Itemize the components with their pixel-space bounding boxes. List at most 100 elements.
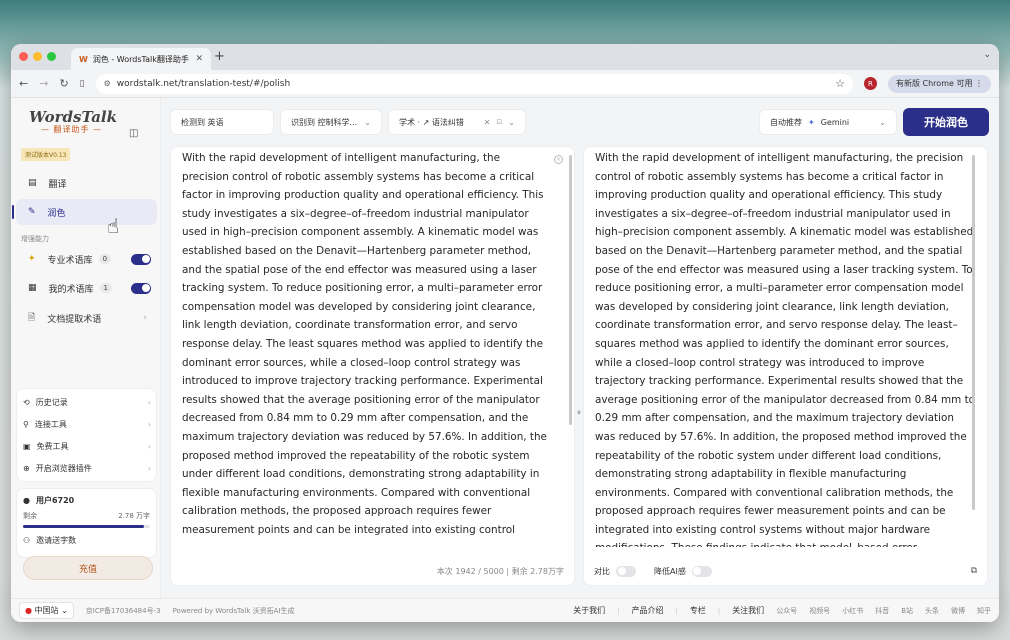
footer-link-products[interactable]: 产品介绍 bbox=[631, 605, 663, 616]
compare-toggle[interactable] bbox=[616, 565, 636, 577]
mouse-pointer-icon: ☝ bbox=[107, 214, 120, 238]
menu-free-tools[interactable]: ▣ 免费工具 › bbox=[17, 435, 156, 457]
remain-progress bbox=[23, 525, 150, 528]
model-select[interactable]: 自动推荐 ✦ Gemini ⌄ bbox=[759, 109, 897, 135]
bookmark-star-icon[interactable]: ☆ bbox=[835, 77, 845, 90]
profile-avatar[interactable]: R bbox=[863, 77, 877, 90]
detect-language-select[interactable]: 检测到 英语 bbox=[170, 109, 274, 135]
forward-icon[interactable]: → bbox=[39, 77, 48, 90]
chevron-right-icon: › bbox=[147, 441, 151, 451]
back-icon[interactable]: ← bbox=[19, 77, 28, 90]
pro-terms-toggle[interactable] bbox=[131, 253, 151, 265]
sidebar-item-extract-terms[interactable]: 🗎 文档提取术语 › bbox=[16, 305, 157, 331]
chevron-down-icon: ⌄ bbox=[364, 117, 371, 127]
logo[interactable]: WordsTalk — 翻译助手 — bbox=[29, 108, 117, 135]
reload-icon[interactable]: ↻ bbox=[59, 77, 68, 90]
source-text[interactable]: With the rapid development of intelligen… bbox=[182, 149, 550, 547]
toolbox-icon: ▣ bbox=[23, 441, 31, 451]
menu-browser-plugin[interactable]: ⊕ 开启浏览器插件 › bbox=[17, 457, 156, 479]
result-scrollbar[interactable] bbox=[972, 155, 975, 510]
my-terms-toggle[interactable] bbox=[131, 282, 151, 294]
plugin-icon: ⊕ bbox=[23, 463, 30, 473]
update-chrome-button[interactable]: 有新版 Chrome 可用 ⋮ bbox=[887, 74, 991, 93]
site-footer: ● 中国站 ⌄ 京ICP备17036484号-3 Powered by Word… bbox=[11, 598, 999, 622]
sidebar-item-my-terms[interactable]: ▦ 我的术语库 1 bbox=[16, 275, 157, 301]
tab-close-icon[interactable]: ✕ bbox=[195, 54, 203, 64]
result-text[interactable]: With the rapid development of intelligen… bbox=[595, 149, 977, 547]
site-info-icon[interactable]: ⚙ bbox=[104, 79, 111, 88]
app-shell: WordsTalk — 翻译助手 — ◫ 测试版本V0.13 ▤ 翻译 ✎ 润色… bbox=[11, 98, 999, 622]
collapse-sidebar-icon[interactable]: ◫ bbox=[129, 128, 138, 139]
invite-icon: ⚇ bbox=[23, 535, 31, 545]
clear-text-icon[interactable]: × bbox=[554, 155, 563, 164]
start-polish-button[interactable]: 开始润色 bbox=[903, 108, 989, 136]
remain-progress-fill bbox=[23, 525, 144, 528]
footer-link-about[interactable]: 关于我们 bbox=[573, 605, 605, 616]
chevron-right-icon: › bbox=[147, 463, 151, 473]
sidebar-item-label: 翻译 bbox=[48, 179, 67, 190]
social-link[interactable]: B站 bbox=[901, 606, 913, 616]
region-label: 中国站 bbox=[34, 606, 59, 615]
tools-card: ⟲ 历史记录 › ⚲ 连接工具 › ▣ 免费工具 › ⊕ 开启浏览器插件 › bbox=[16, 388, 157, 482]
social-link[interactable]: 抖音 bbox=[875, 606, 889, 616]
region-select[interactable]: ● 中国站 ⌄ bbox=[19, 602, 74, 619]
user-card: ● 用户6720 剩余 2.78 万字 ⚇ 邀请送字数 bbox=[16, 488, 157, 558]
source-footer: 本次 1942 / 5000 | 剩余 2.78万字 bbox=[171, 557, 574, 585]
options-toolbar: 检测到 英语 识别到 控制科学... ⌄ 学术 · ↗ 语法纠错 ✕ ⊡ ⌄ 自动推荐 ✦… bbox=[170, 108, 989, 136]
minimize-window-button[interactable] bbox=[33, 52, 42, 61]
book-icon: ▦ bbox=[28, 283, 37, 293]
social-link[interactable]: 头条 bbox=[925, 606, 939, 616]
copy-icon[interactable]: ⧉ bbox=[971, 566, 977, 576]
result-panel: With the rapid development of intelligen… bbox=[583, 146, 988, 586]
sidebar-item-label: 我的术语库 bbox=[48, 284, 94, 295]
sidebar-toggle-icon[interactable]: ▯ bbox=[80, 79, 85, 89]
chevron-down-icon: ⌄ bbox=[508, 117, 515, 127]
recharge-button[interactable]: 充值 bbox=[23, 556, 153, 580]
tab-title: 润色 - WordsTalk翻译助手 bbox=[92, 54, 189, 64]
clear-icon[interactable]: ✕ bbox=[484, 118, 491, 127]
menu-history[interactable]: ⟲ 历史记录 › bbox=[17, 391, 156, 413]
new-tab-icon[interactable]: + bbox=[214, 49, 225, 64]
window-controls bbox=[19, 52, 56, 61]
pen-icon: ✎ bbox=[28, 207, 36, 217]
menu-label: 历史记录 bbox=[35, 397, 68, 407]
icp-link[interactable]: 京ICP备17036484号-3 bbox=[86, 606, 161, 616]
invite-row[interactable]: ⚇ 邀请送字数 bbox=[17, 532, 156, 548]
browser-tab[interactable]: W 润色 - WordsTalk翻译助手 ✕ bbox=[71, 48, 211, 70]
main-content: 检测到 英语 识别到 控制科学... ⌄ 学术 · ↗ 语法纠错 ✕ ⊡ ⌄ 自动推荐 ✦… bbox=[161, 98, 999, 598]
user-row[interactable]: ● 用户6720 bbox=[17, 489, 156, 511]
powered-by-text: Powered by WordsTalk 沃资拓AI生成 bbox=[172, 606, 295, 615]
user-name: 用户6720 bbox=[35, 495, 75, 505]
chevron-right-icon: › bbox=[147, 419, 151, 429]
sidebar-item-polish[interactable]: ✎ 润色 bbox=[12, 199, 157, 225]
china-flag-icon: ● bbox=[25, 606, 32, 615]
tab-search-icon[interactable]: ⌄ bbox=[983, 50, 991, 60]
social-link[interactable]: 知乎 bbox=[977, 606, 991, 616]
footer-link-follow[interactable]: 关注我们 bbox=[732, 605, 764, 616]
social-link[interactable]: 公众号 bbox=[776, 606, 797, 616]
source-scrollbar[interactable] bbox=[569, 155, 572, 425]
menu-connect-tools[interactable]: ⚲ 连接工具 › bbox=[17, 413, 156, 435]
version-badge: 测试版本V0.13 bbox=[21, 148, 71, 161]
term-count-badge: 1 bbox=[99, 283, 112, 293]
sidebar-item-label: 文档提取术语 bbox=[47, 314, 102, 325]
address-bar-row: ← → ↻ ▯ ⚙ wordstalk.net/translation-test… bbox=[11, 70, 999, 98]
panel-resize-handle[interactable]: ⏸ bbox=[575, 408, 583, 418]
invite-label: 邀请送字数 bbox=[36, 535, 77, 545]
sidebar: WordsTalk — 翻译助手 — ◫ 测试版本V0.13 ▤ 翻译 ✎ 润色… bbox=[11, 98, 161, 598]
social-link[interactable]: 小红书 bbox=[842, 606, 863, 616]
detect-domain-select[interactable]: 识别到 控制科学... ⌄ bbox=[280, 109, 382, 135]
zoom-window-button[interactable] bbox=[47, 52, 56, 61]
social-link[interactable]: 微博 bbox=[951, 606, 965, 616]
close-window-button[interactable] bbox=[19, 52, 28, 61]
source-panel: With the rapid development of intelligen… bbox=[170, 146, 575, 586]
style-select[interactable]: 学术 · ↗ 语法纠错 ✕ ⊡ ⌄ bbox=[388, 109, 526, 135]
sidebar-item-translate[interactable]: ▤ 翻译 bbox=[16, 170, 157, 196]
url-field[interactable]: ⚙ wordstalk.net/translation-test/#/polis… bbox=[95, 73, 853, 94]
social-link[interactable]: 视频号 bbox=[809, 606, 830, 616]
sidebar-item-pro-terms[interactable]: ✦ 专业术语库 0 bbox=[16, 246, 157, 272]
footer-link-column[interactable]: 专栏 bbox=[690, 605, 706, 616]
sparkle-icon: ✦ bbox=[28, 254, 36, 264]
reduce-ai-toggle[interactable] bbox=[691, 565, 712, 577]
remain-row: 剩余 2.78 万字 bbox=[17, 511, 156, 521]
